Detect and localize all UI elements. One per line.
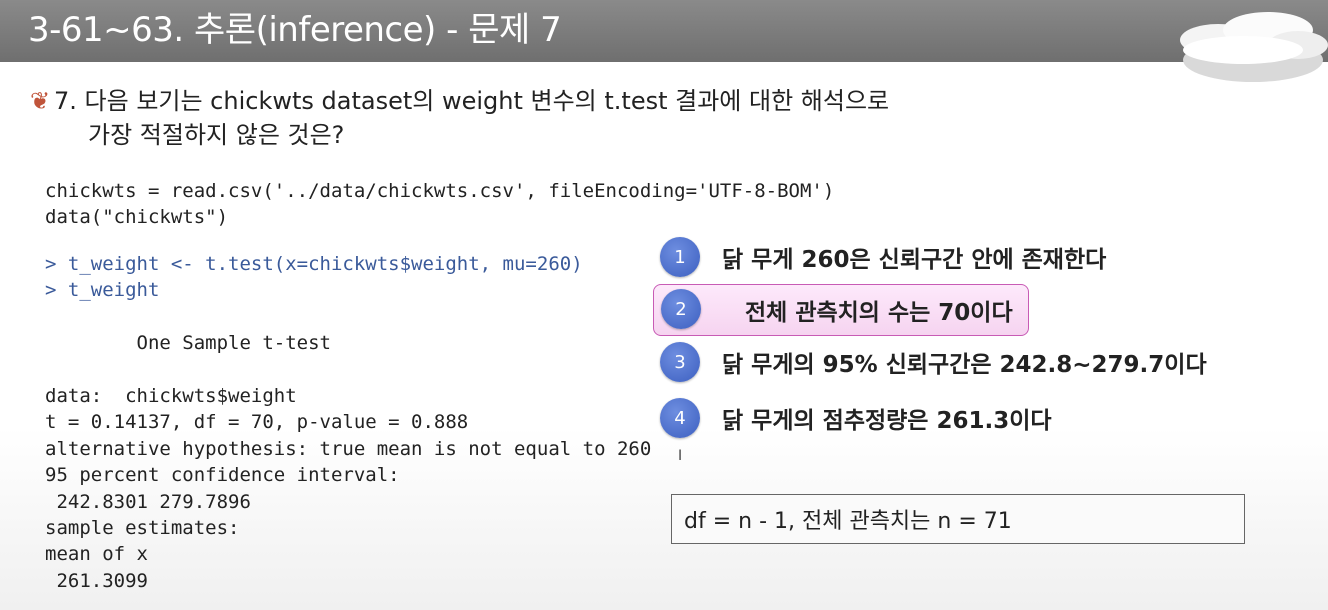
output-line: data: chickwts$weight <box>45 385 297 407</box>
code-block-ttest: > t_weight <- t.test(x=chickwts$weight, … <box>45 251 583 304</box>
output-line: 261.3099 <box>45 569 148 592</box>
answer-note-text: df = n - 1, 전체 관측치는 n = 71 <box>684 509 1012 534</box>
option-text: 닭 무게 260은 신뢰구간 안에 존재한다 <box>722 247 1107 273</box>
output-line: t = 0.14137, df = 70, p-value = 0.888 <box>45 411 469 434</box>
code-line: > t_weight <box>45 279 160 302</box>
option-number-badge: 2 <box>661 289 701 329</box>
output-line: 95 percent confidence interval: <box>45 464 400 487</box>
option-text: 전체 관측치의 수는 70이다 <box>745 300 1013 326</box>
option-1: 1 닭 무게 260은 신뢰구간 안에 존재한다 <box>660 235 1106 279</box>
option-4: 4 닭 무게의 점추정량은 261.3이다 <box>660 396 1052 440</box>
option-number-badge: 4 <box>660 398 700 438</box>
answer-note-box: df = n - 1, 전체 관측치는 n = 71 <box>671 494 1245 544</box>
code-line: chickwts = read.csv('../data/chickwts.cs… <box>45 180 835 202</box>
option-2-highlighted: 2 전체 관측치의 수는 70이다 <box>653 284 1029 336</box>
leaf-bullet-icon: ❦ <box>30 87 51 115</box>
question: ❦ 7. 다음 보기는 chickwts dataset의 weight 변수의 … <box>30 84 889 152</box>
option-3: 3 닭 무게의 95% 신뢰구간은 242.8~279.7이다 <box>660 340 1207 384</box>
option-text: 닭 무게의 95% 신뢰구간은 242.8~279.7이다 <box>722 352 1207 378</box>
option-text: 닭 무게의 점추정량은 261.3이다 <box>722 408 1052 434</box>
option-number-badge: 3 <box>660 342 700 382</box>
output-line: 242.8301 279.7896 <box>45 490 251 513</box>
page-title: 3-61~63. 추론(inference) - 문제 7 <box>28 10 562 50</box>
title-bar: 3-61~63. 추론(inference) - 문제 7 <box>0 0 1328 82</box>
question-line-1: 7. 다음 보기는 chickwts dataset의 weight 변수의 t… <box>54 87 890 115</box>
output-line: alternative hypothesis: true mean is not… <box>45 437 652 460</box>
code-line: > t_weight <- t.test(x=chickwts$weight, … <box>45 253 583 275</box>
output-line: sample estimates: <box>45 517 240 540</box>
code-line: data("chickwts") <box>45 206 229 229</box>
text-cursor-icon: I <box>678 448 683 464</box>
option-number-badge: 1 <box>660 237 700 277</box>
test-title: One Sample t-test <box>45 332 331 354</box>
code-block-output: data: chickwts$weight t = 0.14137, df = … <box>45 383 651 594</box>
cloud-icon <box>1180 12 1328 82</box>
question-line-2: 가장 적절하지 않은 것은? <box>88 121 345 149</box>
code-block-load: chickwts = read.csv('../data/chickwts.cs… <box>45 178 834 231</box>
output-line: mean of x <box>45 543 148 566</box>
